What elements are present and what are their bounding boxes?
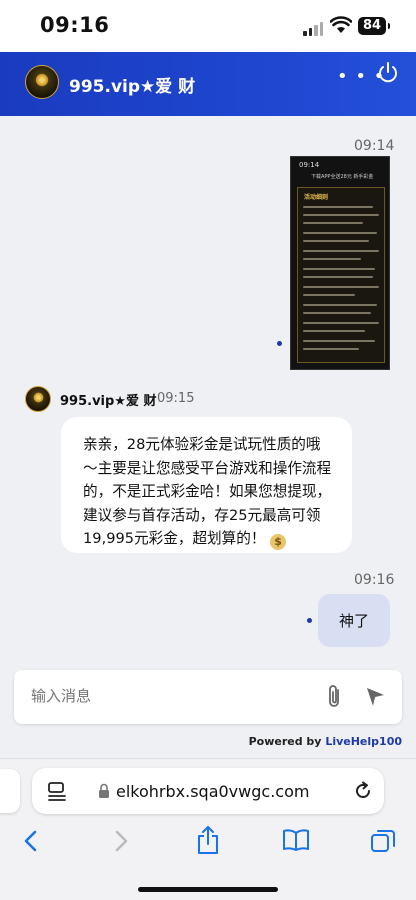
bookmarks-icon[interactable] (282, 828, 310, 852)
agent-avatar (25, 386, 51, 412)
powered-by-link[interactable]: LiveHelp100 (325, 735, 402, 748)
image-attachment[interactable]: 09:14 下载APP全送28元 新手彩金 活动细则 (290, 156, 390, 370)
powered-by: Powered by LiveHelp100 (249, 735, 402, 748)
power-icon[interactable] (376, 60, 400, 84)
home-indicator (138, 887, 278, 892)
image-title: 下载APP全送28元 新手彩金 (311, 174, 374, 180)
agent-name: 995.vip★爱 财 (60, 394, 157, 409)
chat-header: 995.vip★爱 财 • • • (0, 52, 416, 116)
message-timestamp: 09:14 (354, 138, 395, 154)
back-icon[interactable] (20, 828, 42, 854)
status-bar: 09:16 84 (0, 0, 416, 52)
message-input-box[interactable] (14, 670, 402, 724)
agent-message-text: 亲亲，28元体验彩金是试玩性质的哦～主要是让您感受平台游戏和操作流程的，不是正式… (83, 436, 332, 547)
user-message-text: 神了 (338, 612, 369, 630)
read-indicator (307, 618, 312, 623)
wifi-icon (330, 16, 352, 33)
user-message-bubble: 神了 (318, 594, 390, 647)
chat-area[interactable]: 09:14 09:14 下载APP全送28元 新手彩金 活动细则 995.vip… (0, 116, 416, 668)
powered-by-prefix: Powered by (248, 735, 326, 748)
forward-icon[interactable] (110, 828, 132, 854)
agent-message-bubble: 亲亲，28元体验彩金是试玩性质的哦～主要是让您感受平台游戏和操作流程的，不是正式… (61, 417, 352, 553)
status-time: 09:16 (40, 13, 110, 37)
image-heading: 活动细则 (304, 194, 329, 201)
brand-logo (25, 65, 59, 99)
send-icon[interactable] (364, 686, 386, 708)
chat-title: 995.vip★爱 财 (69, 77, 196, 97)
battery-indicator: 84 (358, 17, 390, 35)
address-bar[interactable]: elkohrbx.sqa0vwgc.com (32, 768, 384, 814)
previous-tab-edge[interactable] (0, 769, 20, 813)
attachment-icon[interactable] (324, 684, 346, 710)
image-status-time: 09:14 (299, 161, 320, 169)
message-input[interactable] (31, 687, 311, 705)
share-icon[interactable] (196, 825, 220, 855)
cellular-signal-icon (303, 22, 323, 36)
money-bag-icon: $ (270, 534, 287, 550)
browser-chrome: elkohrbx.sqa0vwgc.com (0, 758, 416, 900)
message-timestamp: 09:16 (354, 572, 395, 588)
url-text: elkohrbx.sqa0vwgc.com (116, 782, 310, 801)
composer: Powered by LiveHelp100 (0, 668, 416, 758)
reload-icon[interactable] (353, 781, 373, 801)
lock-icon (99, 783, 109, 798)
message-timestamp: 09:15 (157, 391, 195, 406)
image-content: 活动细则 (297, 187, 385, 363)
read-indicator (277, 341, 282, 346)
reader-mode-icon[interactable] (46, 780, 68, 802)
tabs-icon[interactable] (370, 828, 396, 854)
browser-toolbar (0, 825, 416, 865)
